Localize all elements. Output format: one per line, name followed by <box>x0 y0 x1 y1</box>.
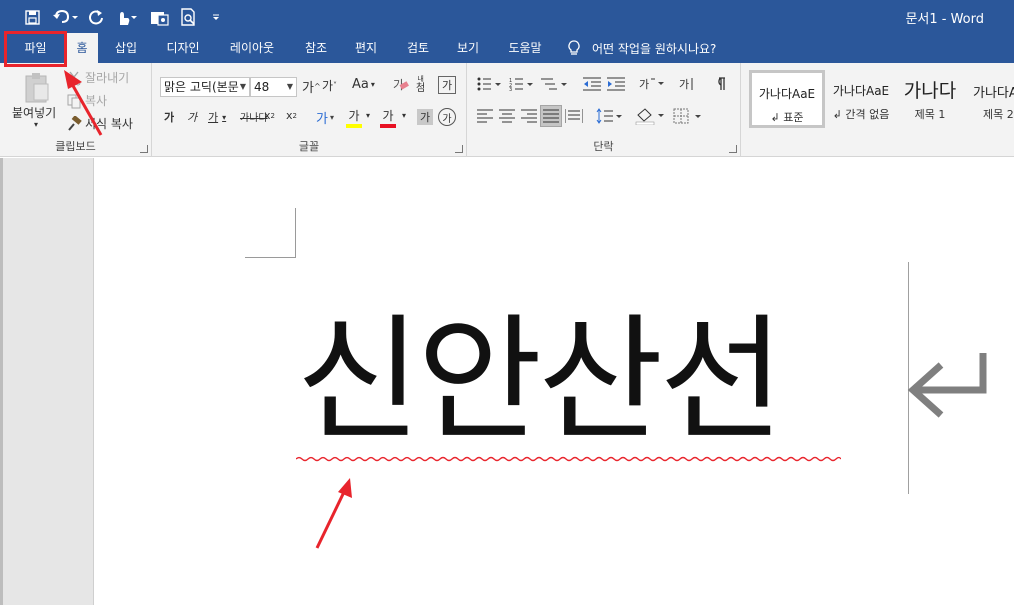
word-window: 문서1 - Word 파일 홈 삽입 디자인 레이아웃 참조 편지 검토 보기 … <box>0 0 1014 605</box>
arrow-to-document-text <box>315 478 352 549</box>
arrow-to-file-tab <box>64 70 103 136</box>
annotation-arrows <box>64 70 352 549</box>
